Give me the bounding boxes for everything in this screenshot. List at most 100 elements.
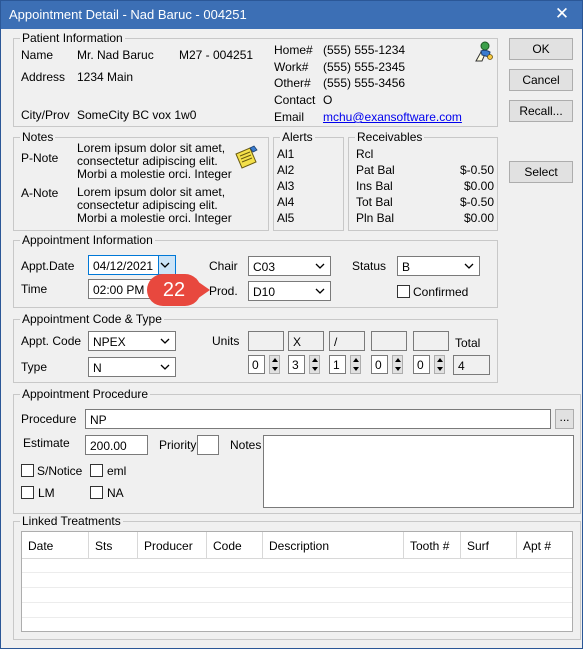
eml-label: eml [107, 464, 127, 478]
confirmed-label: Confirmed [413, 285, 469, 299]
notes-field-label: Notes [230, 438, 262, 452]
type-value: N [93, 361, 102, 375]
code-type-title: Appointment Code & Type [20, 312, 164, 326]
lm-checkbox[interactable] [21, 486, 34, 499]
spin-down-icon[interactable] [272, 367, 278, 371]
chair-label: Chair [209, 259, 238, 273]
na-checkbox[interactable] [90, 486, 103, 499]
unit-value[interactable]: 0 [248, 355, 265, 374]
unit-spinner[interactable] [434, 355, 445, 374]
time-label: Time [21, 282, 48, 296]
spin-up-icon[interactable] [395, 358, 401, 362]
spin-down-icon[interactable] [437, 367, 443, 371]
procedure-label: Procedure [21, 412, 77, 426]
receivables-title: Receivables [355, 130, 425, 144]
other-phone: (555) 555-3456 [323, 76, 406, 90]
unit-box [248, 331, 284, 351]
column-header-apt[interactable]: Apt # [517, 532, 572, 559]
column-header-description[interactable]: Description [263, 532, 404, 559]
anote-label: A-Note [21, 186, 59, 200]
procedure-notes-field[interactable] [263, 435, 574, 508]
callout-badge: 22 [147, 274, 201, 306]
home-phone: (555) 555-1234 [323, 43, 406, 57]
alert-item: Al1 [277, 147, 295, 161]
ins-bal-value: $0.00 [463, 179, 494, 193]
tot-bal-label: Tot Bal [356, 195, 393, 209]
other-label: Other# [274, 76, 311, 90]
linked-treatments-table[interactable]: Date Sts Producer Code Description Tooth… [21, 531, 573, 632]
confirmed-checkbox[interactable] [397, 285, 410, 298]
work-label: Work# [274, 60, 309, 74]
recall-button[interactable]: Recall... [509, 100, 573, 122]
alert-item: Al3 [277, 179, 295, 193]
close-icon[interactable]: ✕ [552, 4, 572, 24]
time-field[interactable]: 02:00 PM [88, 279, 152, 299]
type-select[interactable]: N [88, 357, 176, 377]
chevron-down-icon [160, 262, 170, 268]
prod-select[interactable]: D10 [248, 281, 331, 301]
column-header-date[interactable]: Date [22, 532, 89, 559]
lm-label: LM [38, 486, 55, 500]
unit-value[interactable]: 0 [371, 355, 388, 374]
column-header-sts[interactable]: Sts [89, 532, 138, 559]
unit-spinner[interactable] [269, 355, 280, 374]
unit-spinner[interactable] [350, 355, 361, 374]
priority-field[interactable] [197, 435, 219, 455]
procedure-title: Appointment Procedure [20, 387, 151, 401]
spin-up-icon[interactable] [312, 358, 318, 362]
linked-treatments-title: Linked Treatments [20, 514, 123, 528]
table-row[interactable] [22, 559, 572, 573]
table-row[interactable] [22, 589, 572, 603]
unit-box: / [329, 331, 365, 351]
home-label: Home# [274, 43, 313, 57]
column-header-code[interactable]: Code [207, 532, 263, 559]
alerts-title: Alerts [280, 130, 315, 144]
priority-label: Priority [159, 438, 197, 452]
pln-bal-label: Pln Bal [356, 211, 395, 225]
unit-value[interactable]: 1 [329, 355, 346, 374]
appt-code-select[interactable]: NPEX [88, 331, 176, 351]
status-label: Status [352, 259, 387, 273]
appt-code-label: Appt. Code [21, 334, 82, 348]
sticky-note-icon[interactable] [232, 144, 260, 172]
units-label: Units [212, 334, 240, 348]
chevron-down-icon [315, 263, 325, 269]
estimate-field[interactable]: 200.00 [85, 435, 148, 455]
cancel-button[interactable]: Cancel [509, 69, 573, 91]
unit-box [413, 331, 449, 351]
unit-spinner[interactable] [309, 355, 320, 374]
column-header-tooth[interactable]: Tooth # [404, 532, 461, 559]
appt-date-label: Appt.Date [21, 259, 75, 273]
total-label: Total [455, 336, 481, 350]
name-label: Name [21, 48, 54, 62]
chair-select[interactable]: C03 [248, 256, 331, 276]
column-header-producer[interactable]: Producer [138, 532, 207, 559]
select-button[interactable]: Select [509, 161, 573, 183]
column-header-surf[interactable]: Surf [461, 532, 517, 559]
person-ribbon-icon[interactable] [471, 39, 495, 63]
status-select[interactable]: B [397, 256, 480, 276]
eml-checkbox[interactable] [90, 464, 103, 477]
spin-down-icon[interactable] [312, 367, 318, 371]
spin-down-icon[interactable] [395, 367, 401, 371]
unit-value[interactable]: 0 [413, 355, 430, 374]
unit-box: X [288, 331, 324, 351]
ok-button[interactable]: OK [509, 38, 573, 60]
table-row[interactable] [22, 574, 572, 588]
status-value: B [402, 260, 411, 274]
spin-up-icon[interactable] [353, 358, 359, 362]
unit-value[interactable]: 3 [288, 355, 305, 374]
table-row[interactable] [22, 604, 572, 618]
spin-up-icon[interactable] [437, 358, 443, 362]
appt-date-value: 04/12/2021 [93, 259, 154, 273]
procedure-field[interactable]: NP [85, 409, 551, 429]
snotice-label: S/Notice [37, 464, 83, 478]
appt-date-picker[interactable]: 04/12/2021 [88, 255, 176, 275]
procedure-browse-button[interactable]: ... [555, 409, 574, 429]
alert-item: Al5 [277, 211, 295, 225]
spin-down-icon[interactable] [353, 367, 359, 371]
spin-up-icon[interactable] [272, 358, 278, 362]
email-link[interactable]: mchu@exansoftware.com [323, 110, 462, 124]
unit-spinner[interactable] [392, 355, 403, 374]
snotice-checkbox[interactable] [21, 464, 34, 477]
